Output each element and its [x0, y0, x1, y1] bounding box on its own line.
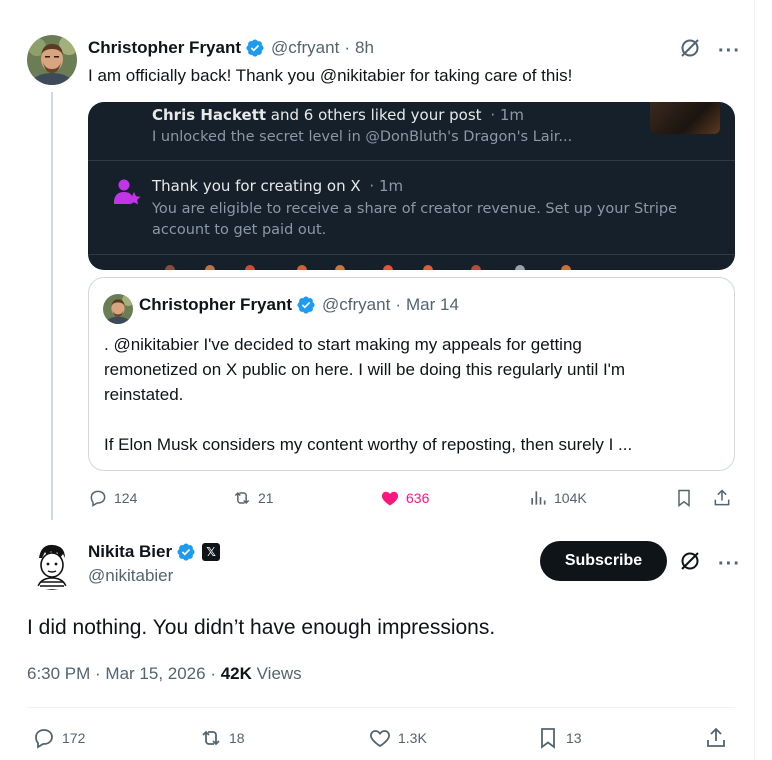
x-affiliate-badge-icon: 𝕏 — [202, 543, 221, 561]
author-name[interactable]: Nikita Bier — [88, 542, 172, 562]
like-button[interactable]: 1.3K — [368, 726, 427, 750]
like-button[interactable]: 636 — [380, 488, 429, 508]
tweet2-action-bar: 172 18 1.3K 13 — [27, 726, 739, 754]
meta-separator: · — [344, 38, 350, 57]
attached-image[interactable]: Chris Hackett and 6 others liked your po… — [88, 102, 735, 270]
column-border — [754, 0, 755, 760]
notification-creator-title-text: Thank you for creating on X — [152, 177, 361, 195]
quoted-author-name: Christopher Fryant — [139, 295, 293, 314]
bookmark-icon — [541, 728, 555, 749]
tweet2-name-row: Nikita Bier 𝕏 — [88, 542, 221, 562]
notification-like-preview: I unlocked the secret level in @DonBluth… — [152, 129, 573, 145]
author-handle[interactable]: @nikitabier — [88, 566, 173, 586]
tweet2-header-actions: ··· — [678, 549, 741, 578]
avatar-row-peek — [165, 265, 571, 270]
share-button[interactable] — [712, 488, 732, 508]
tweet1-header: Christopher Fryant @cfryant · 8h — [88, 36, 374, 60]
quoted-post-text: . @nikitabier I've decided to start maki… — [104, 332, 719, 457]
quoted-line: . @nikitabier I've decided to start maki… — [104, 335, 582, 354]
heart-filled-icon — [381, 491, 399, 506]
notification-divider-bottom — [88, 254, 735, 255]
bookmark-count: 13 — [566, 730, 582, 746]
notification-divider — [88, 160, 735, 161]
notification-like-text: and 6 others liked your post — [266, 106, 482, 124]
quoted-line-blank — [104, 407, 719, 432]
reply-icon — [35, 729, 53, 749]
repost-count: 18 — [229, 730, 245, 746]
heart-icon — [370, 730, 390, 748]
tweet1-text: I am officially back! Thank you @nikitab… — [88, 66, 573, 85]
verified-badge-icon — [176, 542, 196, 562]
notification-creator-line2: account to get paid out. — [152, 222, 327, 238]
post-time[interactable]: 8h — [355, 38, 374, 58]
bookmark-button[interactable]: 13 — [536, 726, 582, 750]
notification-creator-time: · 1m — [369, 177, 404, 195]
reply-count: 124 — [114, 490, 138, 506]
views-button[interactable]: 104K — [528, 488, 587, 508]
like-count: 1.3K — [398, 730, 427, 746]
reply-count: 172 — [62, 730, 86, 746]
meta-separator: · — [395, 295, 401, 314]
tweet1-action-bar: 124 21 636 104K — [88, 488, 738, 512]
views-count: 42K — [220, 664, 252, 683]
share-button[interactable] — [704, 726, 728, 750]
views-label: Views — [256, 664, 302, 683]
tweet2-meta: 6:30 PM · Mar 15, 2026 · 42K Views — [27, 664, 302, 684]
reply-button[interactable]: 124 — [88, 488, 137, 508]
notification-like-title: Chris Hackett and 6 others liked your po… — [152, 106, 524, 124]
share-icon — [714, 489, 730, 506]
repost-icon — [202, 730, 220, 746]
bookmark-icon — [678, 489, 690, 507]
author-handle[interactable]: @cfryant — [271, 38, 339, 58]
thread-connector-line — [51, 92, 53, 520]
quoted-post-header: Christopher Fryant @cfryant · Mar 14 — [139, 295, 459, 315]
tweet2-text: I did nothing. You didn’t have enough im… — [27, 616, 496, 639]
views-count: 104K — [554, 490, 587, 506]
quoted-post[interactable]: Christopher Fryant @cfryant · Mar 14 . @… — [88, 277, 735, 471]
notification-user-name: Chris Hackett — [152, 106, 267, 124]
quoted-post-date: Mar 14 — [405, 295, 459, 314]
quoted-line: reinstated. — [104, 385, 184, 404]
reply-icon — [90, 490, 106, 507]
notification-like-time: · 1m — [490, 106, 525, 124]
repost-button[interactable]: 21 — [232, 488, 274, 508]
quoted-line: If Elon Musk considers my content worthy… — [104, 435, 633, 454]
creator-person-star-icon — [112, 177, 142, 207]
subscribe-button[interactable]: Subscribe — [540, 541, 667, 581]
reply-button[interactable]: 172 — [32, 726, 85, 750]
quoted-author-avatar[interactable] — [103, 294, 133, 324]
share-icon — [707, 727, 725, 747]
notification-creator-line1: You are eligible to receive a share of c… — [152, 201, 678, 217]
grok-icon[interactable] — [678, 549, 702, 578]
post-detail-view: Christopher Fryant @cfryant · 8h ··· I a… — [0, 0, 772, 760]
quoted-author-handle: @cfryant — [322, 295, 391, 314]
divider — [27, 707, 735, 708]
bookmark-button[interactable] — [674, 488, 694, 508]
more-options-icon[interactable]: ··· — [718, 554, 741, 574]
post-timestamp[interactable]: 6:30 PM · Mar 15, 2026 · — [27, 664, 216, 683]
notification-creator-title: Thank you for creating on X · 1m — [152, 177, 403, 195]
like-count: 636 — [406, 490, 430, 506]
verified-badge-icon — [245, 38, 265, 58]
image-thumbnail — [650, 102, 720, 134]
repost-icon — [234, 491, 250, 505]
author-name[interactable]: Christopher Fryant — [88, 38, 241, 58]
repost-button[interactable]: 18 — [199, 726, 245, 750]
avatar-nikita-bier[interactable] — [27, 540, 77, 590]
verified-badge-icon — [296, 295, 316, 315]
avatar-christopher-fryant[interactable] — [27, 35, 77, 85]
quoted-line: remonetized on X public on here. I will … — [104, 360, 626, 379]
repost-count: 21 — [258, 490, 274, 506]
more-options-icon[interactable]: ··· — [718, 41, 741, 61]
grok-icon[interactable] — [678, 36, 702, 65]
analytics-icon — [531, 491, 546, 505]
tweet1-header-actions: ··· — [678, 36, 741, 65]
